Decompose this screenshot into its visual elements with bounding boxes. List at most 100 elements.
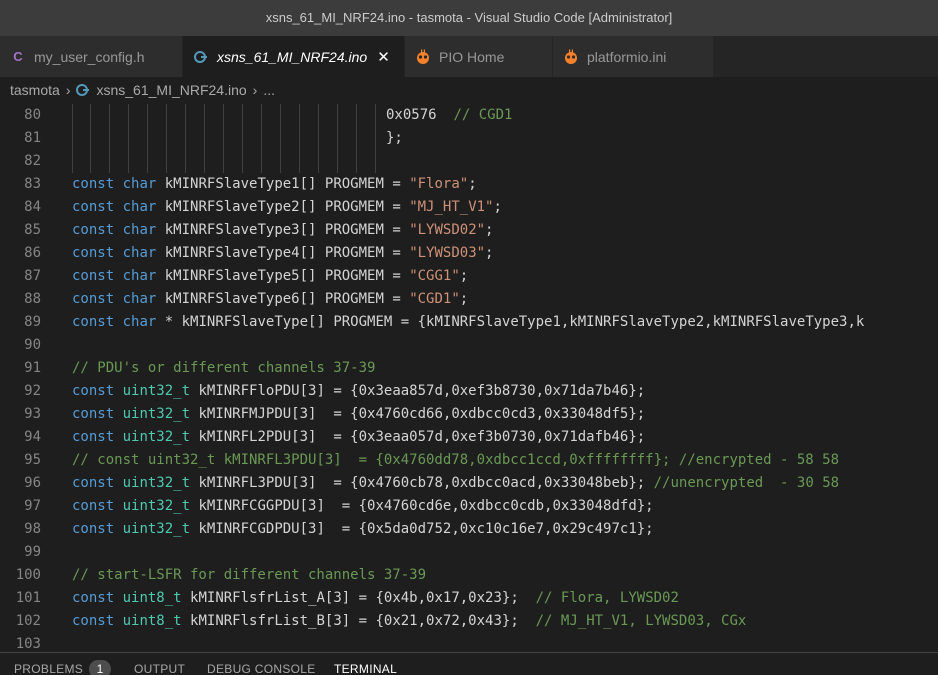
line-code: const uint8_t kMINRFlsfrList_B[3] = {0x2… [72,613,747,629]
line-number: 80 [24,107,41,123]
line-number: 96 [24,475,41,491]
code-line[interactable]: 102 const uint8_t kMINRFlsfrList_B[3] = {… [0,610,938,633]
panel-tab-bar: PROBLEMS 1 OUTPUT DEBUG CONSOLE TERMINAL [0,652,938,675]
indent-guide [204,104,205,173]
line-code: const char kMINRFSlaveType1[] PROGMEM = … [72,176,477,192]
indent-guide [375,104,376,173]
code-line[interactable]: 100 // start-LSFR for different channels … [0,564,938,587]
line-number: 81 [24,130,41,146]
line-number: 89 [24,314,41,330]
code-line[interactable]: 93 const uint32_t kMINRFMJPDU[3] = {0x476… [0,403,938,426]
line-number: 101 [15,590,41,606]
indent-guide [128,104,129,173]
indent-guide [261,104,262,173]
tab-xsns-61-mi-nrf24[interactable]: xsns_61_MI_NRF24.ino ✕ [183,36,404,77]
line-number: 97 [24,498,41,514]
indent-guide [109,104,110,173]
tab-platformio-ini[interactable]: platformio.ini [553,36,713,77]
line-code: const uint32_t kMINRFL2PDU[3] = {0x3eaa0… [72,429,646,445]
code-line[interactable]: 83 const char kMINRFSlaveType1[] PROGMEM … [0,173,938,196]
tab-output[interactable]: OUTPUT [134,662,185,675]
code-line[interactable]: 94 const uint32_t kMINRFL2PDU[3] = {0x3ea… [0,426,938,449]
line-code: const char kMINRFSlaveType3[] PROGMEM = … [72,222,494,238]
code-line[interactable]: 91 // PDU's or different channels 37-39 [0,357,938,380]
tab-label: my_user_config.h [34,48,145,65]
line-number: 85 [24,222,41,238]
indent-guide [299,104,300,173]
indent-guide [242,104,243,173]
line-code: const uint32_t kMINRFCGGPDU[3] = {0x4760… [72,498,654,514]
code-line[interactable]: 90 [0,334,938,357]
line-code: const char kMINRFSlaveType6[] PROGMEM = … [72,291,469,307]
breadcrumb-file[interactable]: xsns_61_MI_NRF24.ino [96,82,246,98]
window-title: xsns_61_MI_NRF24.ino - tasmota - Visual … [0,0,938,36]
indent-guide [280,104,281,173]
line-code: const uint32_t kMINRFMJPDU[3] = {0x4760c… [72,406,646,422]
tab-terminal[interactable]: TERMINAL [334,662,397,675]
code-line[interactable]: 99 [0,541,938,564]
code-line[interactable]: 82 [0,150,938,173]
code-line[interactable]: 85 const char kMINRFSlaveType3[] PROGMEM … [0,219,938,242]
code-line[interactable]: 89 const char * kMINRFSlaveType[] PROGMEM… [0,311,938,334]
code-line[interactable]: 101 const uint8_t kMINRFlsfrList_A[3] = {… [0,587,938,610]
indent-guide [90,104,91,173]
indent-guide [223,104,224,173]
platformio-alien-icon [563,49,579,65]
indent-guide [147,104,148,173]
breadcrumb-symbol[interactable]: ... [263,82,275,98]
code-line[interactable]: 98 const uint32_t kMINRFCGDPDU[3] = {0x5d… [0,518,938,541]
line-code: // const uint32_t kMINRFL3PDU[3] = {0x47… [72,452,840,468]
code-line[interactable]: 97 const uint32_t kMINRFCGGPDU[3] = {0x47… [0,495,938,518]
line-number: 103 [15,636,41,652]
cpp-file-icon [193,49,209,65]
code-line[interactable]: 95 // const uint32_t kMINRFL3PDU[3] = {0x… [0,449,938,472]
line-number: 87 [24,268,41,284]
line-code: const uint32_t kMINRFFloPDU[3] = {0x3eaa… [72,383,646,399]
line-code: const uint8_t kMINRFlsfrList_A[3] = {0x4… [72,590,679,606]
line-number: 98 [24,521,41,537]
line-code: const char * kMINRFSlaveType[] PROGMEM =… [72,314,865,330]
code-line[interactable]: 86 const char kMINRFSlaveType4[] PROGMEM … [0,242,938,265]
tab-label: xsns_61_MI_NRF24.ino [217,48,368,65]
code-line[interactable]: 96 const uint32_t kMINRFL3PDU[3] = {0x476… [0,472,938,495]
line-number: 94 [24,429,41,445]
close-icon[interactable]: ✕ [377,48,390,66]
code-line[interactable]: 81}; [0,127,938,150]
chevron-right-icon: › [252,82,258,98]
indent-guide [166,104,167,173]
line-code: const uint32_t kMINRFCGDPDU[3] = {0x5da0… [72,521,654,537]
line-code: const char kMINRFSlaveType2[] PROGMEM = … [72,199,502,215]
line-code: }; [386,130,403,146]
line-number: 90 [24,337,41,353]
editor-tab-bar: C my_user_config.h xsns_61_MI_NRF24.ino … [0,36,938,77]
tab-problems[interactable]: PROBLEMS [14,662,83,675]
line-code: const char kMINRFSlaveType5[] PROGMEM = … [72,268,469,284]
line-code: const uint32_t kMINRFL3PDU[3] = {0x4760c… [72,475,840,491]
code-line[interactable]: 88 const char kMINRFSlaveType6[] PROGMEM … [0,288,938,311]
breadcrumb-folder[interactable]: tasmota [10,82,60,98]
code-line[interactable]: 84 const char kMINRFSlaveType2[] PROGMEM … [0,196,938,219]
code-line[interactable]: 87 const char kMINRFSlaveType5[] PROGMEM … [0,265,938,288]
line-number: 86 [24,245,41,261]
c-file-icon: C [13,49,23,64]
line-number: 83 [24,176,41,192]
line-number: 93 [24,406,41,422]
tab-pio-home[interactable]: PIO Home [405,36,552,77]
line-code: // PDU's or different channels 37-39 [72,360,376,376]
tab-label: PIO Home [439,48,505,65]
code-line[interactable]: 92 const uint32_t kMINRFFloPDU[3] = {0x3e… [0,380,938,403]
indent-guide [72,104,73,173]
line-number: 88 [24,291,41,307]
line-number: 92 [24,383,41,399]
code-line[interactable]: 103 [0,633,938,652]
code-line[interactable]: 80 0x0576 // CGD1 [0,104,938,127]
problems-count-badge: 1 [89,660,111,675]
indent-guide [337,104,338,173]
line-number: 95 [24,452,41,468]
line-number: 99 [24,544,41,560]
indent-guide [356,104,357,173]
tab-debug-console[interactable]: DEBUG CONSOLE [207,662,316,675]
line-number: 84 [24,199,41,215]
code-editor[interactable]: 80 0x0576 // CGD1 81}; 82 83 const char kMINR… [0,104,938,652]
tab-my-user-config[interactable]: C my_user_config.h [0,36,182,77]
